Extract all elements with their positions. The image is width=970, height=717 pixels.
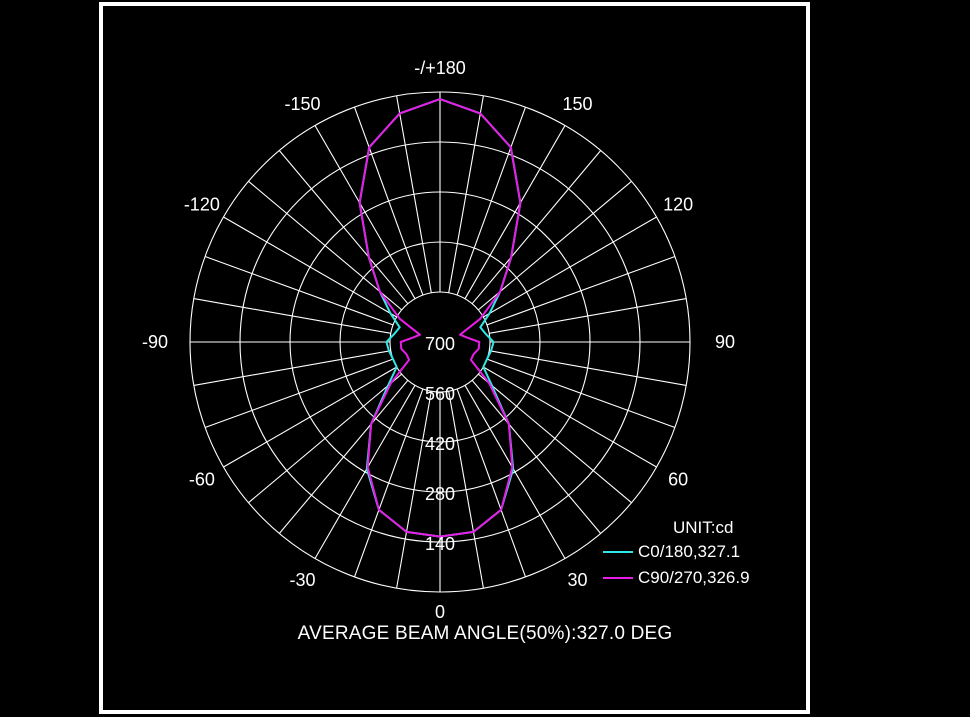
grid-spoke <box>489 350 687 386</box>
polar-chart: -/+180 -150 150 -120 120 -90 90 -60 60 -30 30 0 140… <box>142 58 750 622</box>
grid-spoke <box>471 379 602 534</box>
radial-tick-label: 280 <box>425 484 455 504</box>
grid-spoke <box>456 388 527 578</box>
grid-spoke <box>314 385 416 559</box>
angle-label: 90 <box>715 332 735 352</box>
angle-label: -90 <box>142 332 168 352</box>
grid-spoke <box>278 379 409 534</box>
grid-spoke <box>486 255 676 326</box>
angle-label: -/+180 <box>414 58 466 78</box>
grid-spoke <box>477 373 632 504</box>
grid-spoke <box>353 388 424 578</box>
angle-label: 150 <box>562 94 592 114</box>
grid-spoke <box>223 216 397 318</box>
grid-spoke <box>193 350 391 386</box>
legend: UNIT:cd C0/180,327.1 C90/270,326.9 <box>603 518 750 587</box>
legend-label-1: C90/270,326.9 <box>638 568 750 587</box>
grid-spoke <box>278 150 409 305</box>
grid-spoke <box>353 106 424 296</box>
grid-spoke <box>489 298 687 334</box>
grid-spoke <box>464 385 566 559</box>
legend-label-0: C0/180,327.1 <box>638 542 740 561</box>
radial-tick-label: 140 <box>425 534 455 554</box>
grid-spoke <box>483 366 657 468</box>
grid-spoke <box>204 358 394 429</box>
grid-spoke <box>248 373 403 504</box>
angle-label: -60 <box>189 470 215 490</box>
unit-label: UNIT:cd <box>673 518 733 537</box>
grid-spoke <box>204 255 394 326</box>
grid-spoke <box>314 125 416 299</box>
angle-label: -120 <box>184 195 220 215</box>
angle-label: -30 <box>289 570 315 590</box>
grid-spoke <box>483 216 657 318</box>
grid-spoke <box>448 95 484 293</box>
radial-tick-label: 560 <box>425 384 455 404</box>
grid-spoke <box>486 358 676 429</box>
grid-spoke <box>471 150 602 305</box>
grid-spoke <box>396 95 432 293</box>
grid-spoke <box>456 106 527 296</box>
angle-label: -150 <box>284 94 320 114</box>
radial-tick-label: 420 <box>425 434 455 454</box>
angle-label: 0 <box>435 602 445 622</box>
chart-frame: -/+180 -150 150 -120 120 -90 90 -60 60 -30 30 0 140… <box>99 2 810 714</box>
angle-label: 60 <box>668 470 688 490</box>
grid-spoke <box>193 298 391 334</box>
beam-angle-caption: AVERAGE BEAM ANGLE(50%):327.0 DEG <box>297 623 673 644</box>
radial-tick-label: 700 <box>425 334 455 354</box>
angle-label: 120 <box>663 195 693 215</box>
angle-label: 30 <box>567 570 587 590</box>
grid-spoke <box>223 366 397 468</box>
grid-spoke <box>464 125 566 299</box>
